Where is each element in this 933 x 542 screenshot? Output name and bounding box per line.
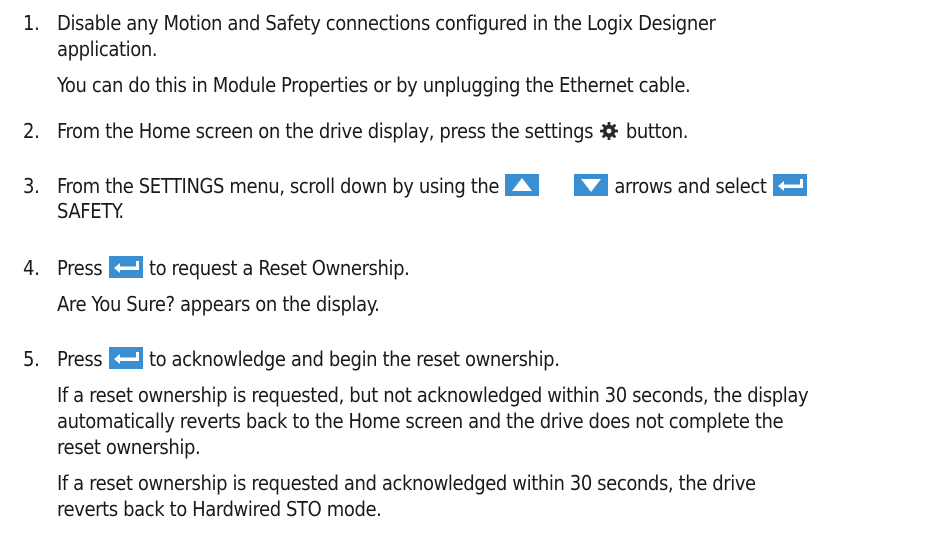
step-text-segment: From the SETTINGS menu, scroll down by u… bbox=[57, 174, 500, 198]
step-number: 1. bbox=[23, 11, 40, 35]
step-note-line: automatically reverts back to the Home s… bbox=[57, 409, 784, 433]
step-number: 3. bbox=[23, 174, 40, 198]
step-note-line: reverts back to Hardwired STO mode. bbox=[57, 497, 382, 521]
up-arrow-button-icon bbox=[505, 174, 540, 196]
step-text-segment: to request a Reset Ownership. bbox=[148, 256, 410, 280]
step-text: Press to request a Reset Ownership. bbox=[57, 255, 897, 281]
step-text-segment: to acknowledge and begin the reset owner… bbox=[148, 347, 560, 371]
step-text-segment: Press bbox=[57, 256, 103, 280]
step-text-segment: arrows and select bbox=[614, 174, 767, 198]
enter-button-icon bbox=[108, 347, 143, 369]
step-note: Are You Sure? appears on the display. bbox=[57, 292, 380, 316]
enter-button-icon bbox=[108, 256, 143, 278]
step-note-line: If a reset ownership is requested, but n… bbox=[57, 383, 809, 407]
step-number: 2. bbox=[23, 119, 40, 143]
step-number: 5. bbox=[23, 347, 40, 371]
step-note: You can do this in Module Properties or … bbox=[57, 73, 691, 97]
step-text-line: SAFETY. bbox=[57, 199, 124, 223]
step-text: From the Home screen on the drive displa… bbox=[57, 118, 897, 144]
step-text-line: Disable any Motion and Safety connection… bbox=[57, 11, 716, 35]
enter-button-icon bbox=[772, 174, 807, 196]
step-text: From the SETTINGS menu, scroll down by u… bbox=[57, 173, 897, 199]
step-note-line: reset ownership. bbox=[57, 435, 201, 459]
step-text-line: application. bbox=[57, 37, 158, 61]
down-arrow-button-icon bbox=[574, 174, 609, 196]
step-text-segment: button. bbox=[625, 119, 689, 143]
step-text-segment: Press bbox=[57, 347, 103, 371]
step-number: 4. bbox=[23, 256, 40, 280]
step-text: Press to acknowledge and begin the reset… bbox=[57, 346, 897, 372]
gear-icon bbox=[599, 121, 619, 141]
step-text-segment: From the Home screen on the drive displa… bbox=[57, 119, 594, 143]
step-note-line: If a reset ownership is requested and ac… bbox=[57, 471, 756, 495]
